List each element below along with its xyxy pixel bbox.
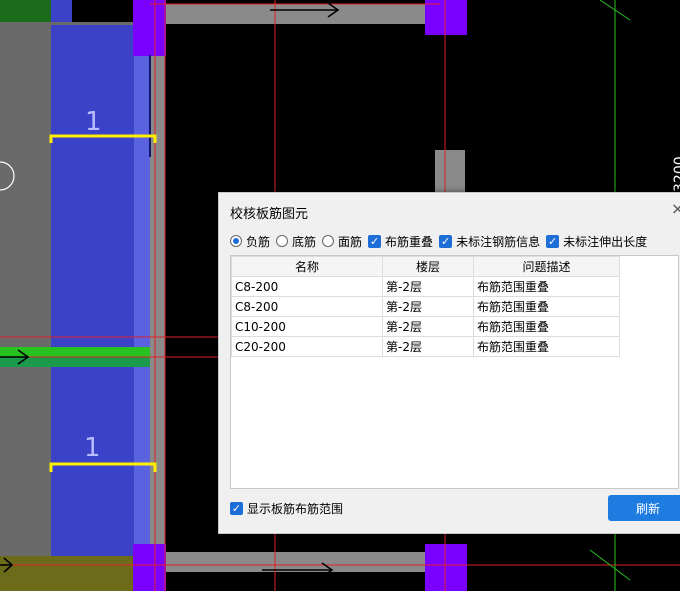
check-slab-rebar-dialog: 校核板筋图元 × 负筋 底筋 面筋 ✓ 布筋重叠 ✓ 未标注钢筋信息 ✓ 未标注… bbox=[218, 192, 680, 534]
checkbox-checked-icon[interactable]: ✓ bbox=[368, 234, 382, 248]
radio-bottom-label: 底筋 bbox=[292, 234, 317, 249]
dialog-title: 校核板筋图元 bbox=[230, 207, 309, 222]
edge-top-blue bbox=[51, 0, 72, 22]
show-range-label: 显示板筋布筋范围 bbox=[247, 502, 344, 516]
radio-negative-rebar[interactable]: 负筋 bbox=[230, 233, 270, 250]
radio-negative-label: 负筋 bbox=[246, 234, 271, 249]
beam-right-vertical bbox=[435, 150, 465, 195]
table-row[interactable]: C20-200 第-2层 布筋范围重叠 bbox=[231, 336, 620, 357]
column-header-floor[interactable]: 楼层 bbox=[382, 256, 474, 277]
column-header-name[interactable]: 名称 bbox=[231, 256, 383, 277]
cell-issue: 布筋范围重叠 bbox=[473, 336, 620, 357]
refresh-button[interactable]: 刷新 bbox=[608, 495, 680, 521]
green-rebar-band-dark bbox=[0, 357, 150, 367]
checkbox-no-extension-length[interactable]: ✓ 未标注伸出长度 bbox=[546, 233, 647, 250]
cell-name: C20-200 bbox=[231, 336, 383, 357]
checkbox-overlap[interactable]: ✓ 布筋重叠 bbox=[368, 233, 433, 250]
column-bottom-right bbox=[425, 544, 467, 591]
beam-top bbox=[160, 4, 430, 24]
checkbox-show-rebar-range[interactable]: ✓ 显示板筋布筋范围 bbox=[230, 500, 343, 517]
cell-floor: 第-2层 bbox=[382, 296, 474, 317]
checkbox-checked-icon[interactable]: ✓ bbox=[439, 234, 453, 248]
column-top-left bbox=[133, 0, 166, 56]
edge-top-green bbox=[0, 0, 51, 22]
table-row[interactable]: C10-200 第-2层 布筋范围重叠 bbox=[231, 316, 620, 337]
beam-left-vertical bbox=[150, 25, 165, 545]
cell-name: C8-200 bbox=[231, 276, 383, 297]
cell-issue: 布筋范围重叠 bbox=[473, 296, 620, 317]
results-table: 名称 楼层 问题描述 C8-200 第-2层 布筋范围重叠 C8-200 第-2… bbox=[231, 256, 620, 357]
edge-bottom-olive bbox=[0, 556, 133, 591]
rebar-label-1: 1 bbox=[85, 107, 102, 137]
cell-name: C8-200 bbox=[231, 296, 383, 317]
cell-floor: 第-2层 bbox=[382, 336, 474, 357]
slab-blue-region bbox=[51, 25, 134, 565]
table-row[interactable]: C8-200 第-2层 布筋范围重叠 bbox=[231, 276, 620, 297]
column-top-right bbox=[425, 0, 467, 35]
cell-floor: 第-2层 bbox=[382, 316, 474, 337]
radio-top-rebar[interactable]: 面筋 bbox=[322, 233, 362, 250]
cell-floor: 第-2层 bbox=[382, 276, 474, 297]
radio-top-label: 面筋 bbox=[338, 234, 363, 249]
table-header-row: 名称 楼层 问题描述 bbox=[231, 256, 620, 277]
filter-options: 负筋 底筋 面筋 ✓ 布筋重叠 ✓ 未标注钢筋信息 ✓ 未标注伸出长度 bbox=[230, 232, 653, 250]
checkbox-checked-icon[interactable]: ✓ bbox=[546, 234, 560, 248]
column-header-issue[interactable]: 问题描述 bbox=[473, 256, 620, 277]
radio-unselected-icon[interactable] bbox=[322, 235, 335, 247]
cell-name: C10-200 bbox=[231, 316, 383, 337]
checkbox-overlap-label: 布筋重叠 bbox=[385, 234, 434, 249]
column-bottom-left bbox=[133, 544, 166, 591]
close-icon[interactable]: × bbox=[671, 199, 680, 218]
rebar-label-2: 1 bbox=[84, 433, 101, 463]
cell-issue: 布筋范围重叠 bbox=[473, 276, 620, 297]
cell-issue: 布筋范围重叠 bbox=[473, 316, 620, 337]
checkbox-checked-icon[interactable]: ✓ bbox=[230, 502, 243, 515]
dimension-label: 3200 bbox=[672, 156, 680, 192]
checkbox-no-extension-length-label: 未标注伸出长度 bbox=[563, 234, 648, 249]
radio-selected-icon[interactable] bbox=[230, 235, 242, 247]
results-table-area: 名称 楼层 问题描述 C8-200 第-2层 布筋范围重叠 C8-200 第-2… bbox=[230, 255, 679, 489]
table-row[interactable]: C8-200 第-2层 布筋范围重叠 bbox=[231, 296, 620, 317]
radio-unselected-icon[interactable] bbox=[276, 235, 289, 247]
checkbox-no-rebar-info[interactable]: ✓ 未标注钢筋信息 bbox=[439, 233, 540, 250]
beam-bottom bbox=[160, 552, 430, 572]
checkbox-no-rebar-info-label: 未标注钢筋信息 bbox=[456, 234, 541, 249]
radio-bottom-rebar[interactable]: 底筋 bbox=[276, 233, 316, 250]
